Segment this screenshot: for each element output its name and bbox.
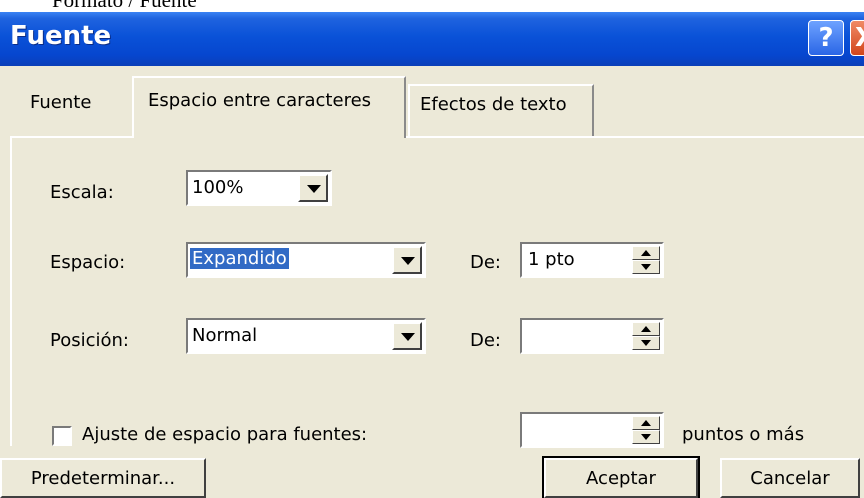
espacio-select[interactable]: Expandido (186, 242, 426, 278)
posicion-value: Normal (192, 325, 258, 346)
chevron-down-icon[interactable] (392, 246, 422, 274)
espacio-label: Espacio: (50, 252, 126, 273)
spin-down-icon[interactable] (632, 430, 660, 444)
help-icon: ? (818, 23, 834, 53)
window-title: Fuente (10, 21, 112, 51)
ajuste-label: Ajuste de espacio para fuentes: (82, 424, 368, 445)
escala-select[interactable]: 100% (186, 170, 332, 206)
spin-down-icon[interactable] (632, 336, 660, 350)
panel-border (10, 136, 12, 446)
close-button[interactable]: X (850, 20, 864, 56)
cancelar-button[interactable]: Cancelar (720, 458, 860, 498)
spin-down-icon[interactable] (632, 260, 660, 274)
posicion-de-spinner[interactable] (520, 318, 664, 354)
posicion-de-label: De: (470, 330, 501, 351)
chevron-down-icon[interactable] (392, 322, 422, 350)
tab-label: Espacio entre caracteres (148, 90, 372, 111)
ajuste-suffix: puntos o más (682, 424, 805, 445)
title-bar: Fuente ? X (0, 12, 864, 66)
spin-up-icon[interactable] (632, 416, 660, 430)
ajuste-checkbox[interactable] (52, 426, 72, 446)
espacio-de-label: De: (470, 252, 501, 273)
ajuste-spinner[interactable] (520, 412, 664, 448)
close-icon: X (855, 23, 864, 53)
spin-up-icon[interactable] (632, 322, 660, 336)
espacio-value: Expandido (190, 248, 289, 269)
font-dialog: Fuente ? X Fuente Espacio entre caracter… (0, 12, 864, 498)
espacio-de-spinner[interactable]: 1 pto (520, 242, 664, 278)
chevron-down-icon[interactable] (298, 174, 328, 202)
tab-efectos-de-texto[interactable]: Efectos de texto (408, 84, 594, 136)
spin-up-icon[interactable] (632, 246, 660, 260)
tab-fuente[interactable]: Fuente (30, 92, 91, 113)
escala-label: Escala: (50, 182, 114, 203)
espacio-de-value: 1 pto (528, 249, 575, 270)
posicion-label: Posición: (50, 330, 129, 351)
panel-border (406, 136, 864, 138)
predeterminar-button[interactable]: Predeterminar... (0, 458, 206, 498)
help-button[interactable]: ? (808, 20, 844, 56)
posicion-select[interactable]: Normal (186, 318, 426, 354)
tab-espacio-entre-caracteres[interactable]: Espacio entre caracteres (132, 76, 406, 138)
escala-value: 100% (192, 177, 244, 198)
panel-border (10, 136, 134, 138)
aceptar-button[interactable]: Aceptar (542, 456, 700, 498)
tab-label: Efectos de texto (420, 94, 567, 115)
